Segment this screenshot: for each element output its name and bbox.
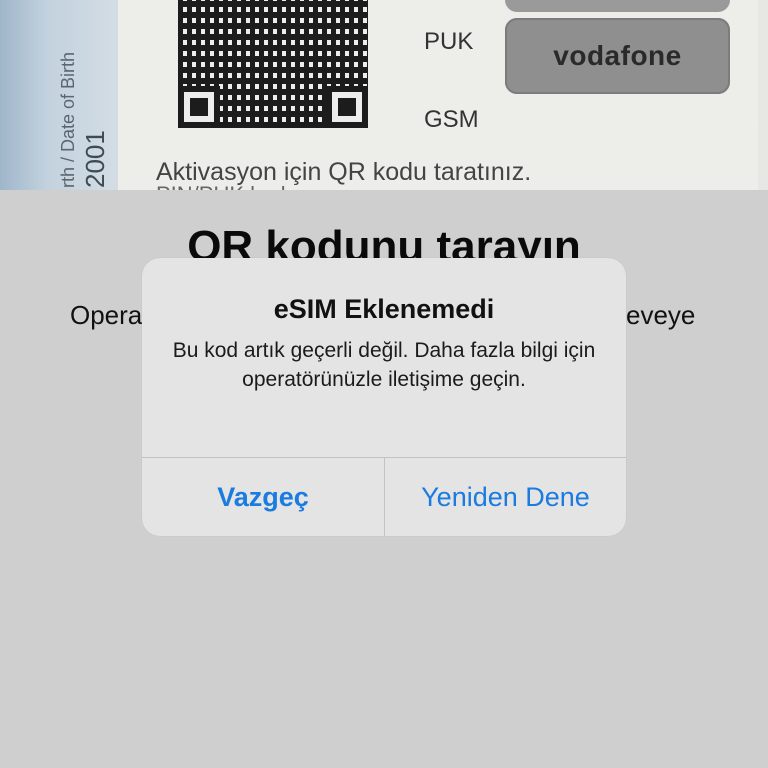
vodafone-logo: vodafone bbox=[505, 18, 730, 94]
alert-message: Bu kod artık geçerli değil. Daha fazla b… bbox=[172, 339, 596, 391]
qr-code bbox=[178, 0, 368, 128]
gsm-label: GSM bbox=[424, 106, 479, 133]
qr-finder bbox=[326, 86, 368, 128]
id-card-year: 2001 bbox=[80, 130, 110, 188]
cancel-button[interactable]: Vazgeç bbox=[142, 458, 384, 536]
pin-puk-text: PIN/PUK kodu bbox=[156, 182, 298, 190]
alert-title: eSIM Eklenemedi bbox=[273, 294, 495, 324]
vodafone-logo-text: vodafone bbox=[553, 40, 682, 71]
retry-button[interactable]: Yeniden Dene bbox=[385, 458, 626, 536]
screen: rth / Date of Birth 2001 PUK GSM vodafon… bbox=[0, 0, 768, 768]
badge-top bbox=[505, 0, 730, 12]
qr-finder bbox=[178, 86, 220, 128]
puk-label: PUK bbox=[424, 28, 474, 55]
id-card-strip: rth / Date of Birth 2001 bbox=[0, 0, 120, 190]
camera-preview: rth / Date of Birth 2001 PUK GSM vodafon… bbox=[0, 0, 768, 190]
id-card-text: rth / Date of Birth bbox=[58, 51, 78, 188]
